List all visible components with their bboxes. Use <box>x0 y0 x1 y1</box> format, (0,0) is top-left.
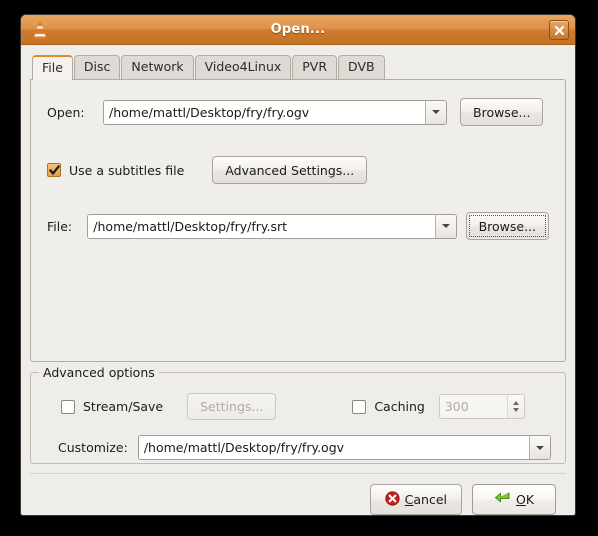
file-combo[interactable]: /home/mattl/Desktop/fry/fry.srt <box>87 213 457 239</box>
cancel-mnemonic: C <box>404 492 414 507</box>
customize-input[interactable]: /home/mattl/Desktop/fry/fry.ogv <box>138 436 529 459</box>
open-browse-label: Browse... <box>473 104 531 120</box>
dialog-body: File Disc Network Video4Linux PVR DVB Op… <box>21 45 575 515</box>
caching-checkbox[interactable] <box>352 399 367 414</box>
tab-network[interactable]: Network <box>121 55 194 79</box>
tab-dvb[interactable]: DVB <box>338 55 385 79</box>
advanced-first-row: Stream/Save Settings... Caching 300 <box>45 393 551 420</box>
caching-stepper: 300 <box>438 394 525 419</box>
stream-settings-button: Settings... <box>187 393 277 420</box>
tab-strip: File Disc Network Video4Linux PVR DVB <box>30 53 566 80</box>
tab-disc[interactable]: Disc <box>73 55 121 79</box>
cancel-icon <box>385 490 400 509</box>
enter-arrow-icon <box>494 491 511 509</box>
subtitle-file-row: File: /home/mattl/Desktop/fry/fry.srt Br… <box>47 212 549 240</box>
open-row: Open: /home/mattl/Desktop/fry/fry.ogv Br… <box>47 98 549 126</box>
tab-video4linux-label: Video4Linux <box>204 59 282 74</box>
tab-network-label: Network <box>131 59 184 74</box>
chevron-down-icon <box>536 445 544 450</box>
tab-file[interactable]: File <box>32 55 73 80</box>
tab-dvb-label: DVB <box>348 59 375 74</box>
use-subtitles-label: Use a subtitles file <box>69 162 185 178</box>
caching-stepper-buttons <box>506 395 524 418</box>
open-browse-button[interactable]: Browse... <box>460 98 544 126</box>
open-combo[interactable]: /home/mattl/Desktop/fry/fry.ogv <box>103 99 447 125</box>
ok-label: OK <box>515 492 535 507</box>
window-title: Open... <box>270 22 326 37</box>
use-subtitles-checkbox[interactable] <box>47 163 61 177</box>
chevron-down-icon <box>441 224 450 228</box>
ok-mnemonic: O <box>515 492 526 507</box>
advanced-options-group: Advanced options Stream/Save Settings...… <box>30 365 566 464</box>
tab-file-label: File <box>42 60 63 75</box>
open-dropdown-arrow[interactable] <box>425 100 446 124</box>
open-input[interactable]: /home/mattl/Desktop/fry/fry.ogv <box>104 100 425 124</box>
stream-settings-label: Settings... <box>200 399 264 414</box>
cancel-button[interactable]: Cancel <box>369 484 462 515</box>
file-label: File: <box>47 218 73 234</box>
stream-save-checkbox[interactable] <box>61 399 75 414</box>
file-dropdown-arrow[interactable] <box>434 214 456 238</box>
tab-pvr[interactable]: PVR <box>292 55 338 79</box>
ok-button[interactable]: OK <box>472 484 556 515</box>
customize-label: Customize: <box>58 440 128 455</box>
file-input[interactable]: /home/mattl/Desktop/fry/fry.srt <box>88 214 435 238</box>
tab-pvr-label: PVR <box>302 59 328 74</box>
chevron-down-icon <box>432 110 440 114</box>
caching-label: Caching <box>374 399 425 414</box>
customize-combo[interactable]: /home/mattl/Desktop/fry/fry.ogv <box>137 435 551 460</box>
customize-dropdown-arrow[interactable] <box>529 436 550 459</box>
advanced-settings-button[interactable]: Advanced Settings... <box>212 156 368 184</box>
close-icon[interactable] <box>549 20 569 40</box>
tab-video4linux[interactable]: Video4Linux <box>194 55 292 79</box>
advanced-options-legend: Advanced options <box>39 365 159 380</box>
checkmark-icon <box>48 164 60 175</box>
title-bar: Open... <box>21 15 575 45</box>
cancel-label: Cancel <box>404 492 447 507</box>
customize-row: Customize: /home/mattl/Desktop/fry/fry.o… <box>45 435 551 460</box>
file-browse-label: Browse... <box>478 218 536 234</box>
advanced-settings-label: Advanced Settings... <box>225 162 355 178</box>
open-dialog-window: Open... File Disc Network Video4Linux PV… <box>20 14 576 516</box>
file-browse-button[interactable]: Browse... <box>465 212 549 240</box>
subtitles-row: Use a subtitles file Advanced Settings..… <box>47 156 549 184</box>
stepper-up-icon <box>512 401 519 405</box>
file-tab-panel: Open: /home/mattl/Desktop/fry/fry.ogv Br… <box>30 79 566 362</box>
open-label: Open: <box>47 104 85 120</box>
dialog-action-bar: Cancel OK <box>30 473 566 515</box>
tab-disc-label: Disc <box>83 59 111 74</box>
caching-value: 300 <box>444 399 469 414</box>
stream-save-label: Stream/Save <box>83 399 164 414</box>
stepper-down-icon <box>512 408 519 412</box>
